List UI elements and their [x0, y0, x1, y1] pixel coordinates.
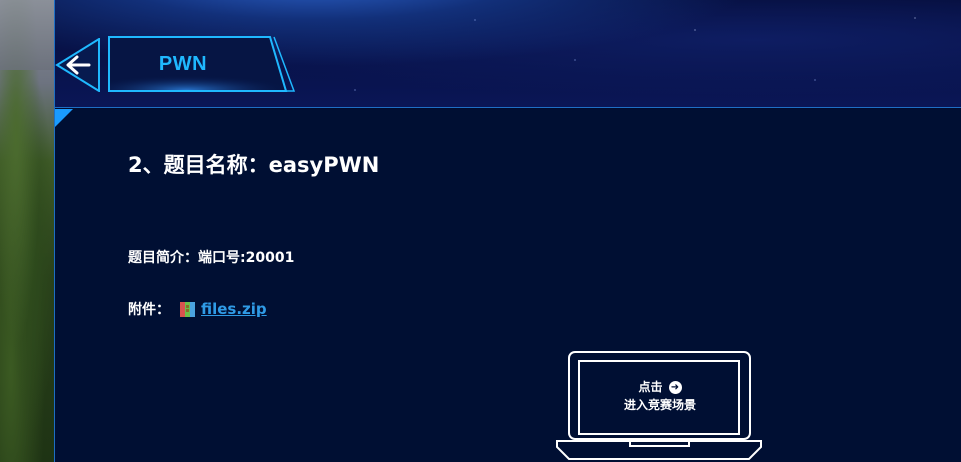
background-photo-strip	[0, 0, 55, 462]
enter-scene-line2: 进入竞赛场景	[623, 398, 696, 412]
enter-scene-line1: 点击	[638, 380, 663, 394]
attachment-link[interactable]: files.zip	[201, 300, 267, 318]
circle-arrow-right-icon: ➜	[668, 380, 682, 394]
description-label: 题目简介：	[128, 250, 198, 266]
panel-corner-accent	[55, 109, 73, 127]
description-value: 端口号:20001	[198, 250, 295, 266]
challenge-title: 2、题目名称：easyPWN	[128, 153, 380, 177]
category-title: PWN	[158, 52, 208, 75]
back-button[interactable]	[55, 37, 101, 93]
challenge-description: 题目简介：端口号:20001	[128, 247, 294, 267]
challenge-panel: 2、题目名称：easyPWN 题目简介：端口号:20001 附件： files.…	[55, 109, 961, 462]
attachment-row: 附件： files.zip	[128, 299, 267, 319]
enter-scene-label: 点击 ➜ 进入竞赛场景	[579, 359, 741, 433]
back-arrow-icon	[55, 37, 100, 93]
category-tab: PWN	[108, 36, 296, 92]
zip-file-icon	[180, 301, 195, 317]
enter-scene-button[interactable]: 点击 ➜ 进入竞赛场景	[555, 349, 765, 462]
attachment-label: 附件：	[128, 302, 170, 318]
